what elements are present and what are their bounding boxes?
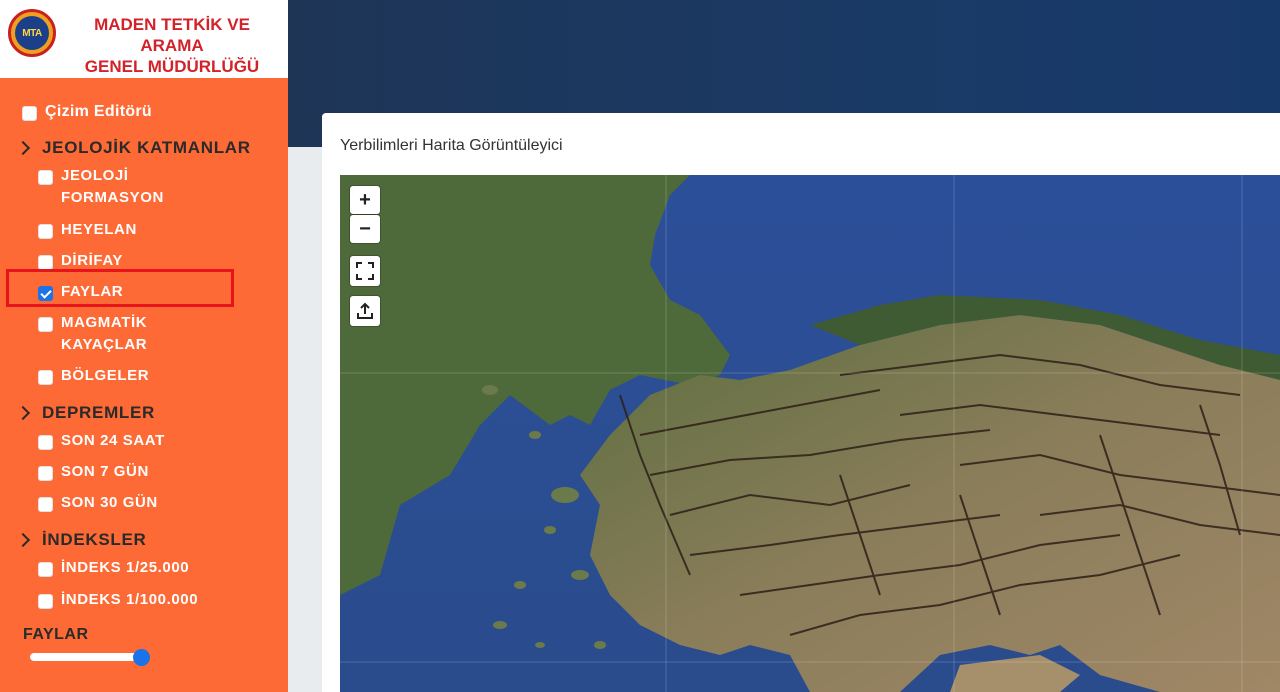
section-indexes[interactable]: İNDEKSLER [15, 530, 147, 550]
section-geological-layers[interactable]: JEOLOJİK KATMANLAR [15, 138, 251, 158]
opacity-slider-track[interactable] [30, 653, 144, 661]
section-earthquakes[interactable]: DEPREMLER [15, 403, 156, 423]
layer-checkbox[interactable] [38, 594, 53, 609]
layer-item-last-7-days[interactable]: SON 7 GÜN [38, 463, 149, 483]
map-viewer-title: Yerbilimleri Harita Görüntüleyici [340, 137, 563, 154]
layer-label-line1: MAGMATİK [61, 314, 148, 331]
layer-checkbox[interactable] [38, 435, 53, 450]
map-canvas[interactable]: + − [340, 175, 1280, 692]
layer-label: İNDEKS 1/25.000 [61, 559, 190, 576]
layer-label: BÖLGELER [61, 367, 150, 384]
layer-item-index-25000[interactable]: İNDEKS 1/25.000 [38, 559, 190, 579]
zoom-in-button[interactable]: + [350, 186, 380, 214]
map-card: Yerbilimleri Harita Görüntüleyici + − [322, 113, 1280, 692]
opacity-slider-label: FAYLAR [23, 626, 89, 643]
chevron-right-icon [15, 140, 31, 156]
layer-label: HEYELAN [61, 221, 137, 238]
layer-checkbox[interactable] [38, 170, 53, 185]
layer-item-geology-formation[interactable]: JEOLOJİ FORMASYON [38, 165, 164, 209]
fullscreen-button[interactable] [350, 256, 380, 286]
layer-label-line2: KAYAÇLAR [61, 336, 148, 353]
zoom-out-button[interactable]: − [350, 215, 380, 243]
logo-bar: MTA MADEN TETKİK VE ARAMA GENEL MÜDÜRLÜĞ… [0, 0, 288, 78]
export-button[interactable] [350, 296, 380, 326]
logo-emblem: MTA [15, 16, 49, 50]
mta-logo[interactable]: MTA [8, 9, 56, 57]
layer-checkbox[interactable] [38, 562, 53, 577]
layer-item-last-24h[interactable]: SON 24 SAAT [38, 432, 165, 452]
organization-name: MADEN TETKİK VE ARAMA GENEL MÜDÜRLÜĞÜ [62, 14, 282, 77]
layer-label: MAGMATİK KAYAÇLAR [61, 312, 147, 356]
org-name-line1: MADEN TETKİK VE ARAMA [94, 15, 250, 55]
org-name-line2: GENEL MÜDÜRLÜĞÜ [84, 57, 260, 76]
layer-label: SON 30 GÜN [61, 494, 158, 511]
chevron-right-icon [15, 532, 31, 548]
layer-item-index-100000[interactable]: İNDEKS 1/100.000 [38, 591, 199, 611]
layer-checkbox[interactable] [38, 255, 53, 270]
layer-item-magmatic-rocks[interactable]: MAGMATİK KAYAÇLAR [38, 312, 147, 356]
layer-checkbox[interactable] [38, 370, 53, 385]
selection-highlight [6, 269, 234, 307]
drawing-editor-toggle[interactable]: Çizim Editörü [22, 103, 153, 123]
layer-item-last-30-days[interactable]: SON 30 GÜN [38, 494, 158, 514]
section-title: JEOLOJİK KATMANLAR [42, 138, 251, 157]
drawing-editor-checkbox[interactable] [22, 106, 37, 121]
layer-label: SON 7 GÜN [61, 463, 149, 480]
layer-checkbox[interactable] [38, 317, 53, 332]
satellite-map [340, 175, 1280, 692]
drawing-editor-label: Çizim Editörü [45, 103, 153, 120]
section-title: DEPREMLER [42, 403, 156, 422]
layer-label-line1: JEOLOJİ [61, 167, 129, 184]
opacity-slider-thumb[interactable] [133, 649, 150, 666]
layer-label: SON 24 SAAT [61, 432, 165, 449]
layer-label-line2: FORMASYON [61, 189, 164, 206]
section-title: İNDEKSLER [42, 530, 147, 549]
layer-label: İNDEKS 1/100.000 [61, 591, 199, 608]
layer-checkbox[interactable] [38, 224, 53, 239]
layer-checkbox[interactable] [38, 466, 53, 481]
layer-item-landslide[interactable]: HEYELAN [38, 221, 137, 241]
layer-label: JEOLOJİ FORMASYON [61, 165, 164, 209]
chevron-right-icon [15, 405, 31, 421]
sidebar: MTA MADEN TETKİK VE ARAMA GENEL MÜDÜRLÜĞ… [0, 0, 288, 692]
layer-checkbox[interactable] [38, 497, 53, 512]
layer-item-regions[interactable]: BÖLGELER [38, 367, 150, 387]
upload-icon [357, 302, 373, 319]
fullscreen-icon [356, 262, 374, 280]
